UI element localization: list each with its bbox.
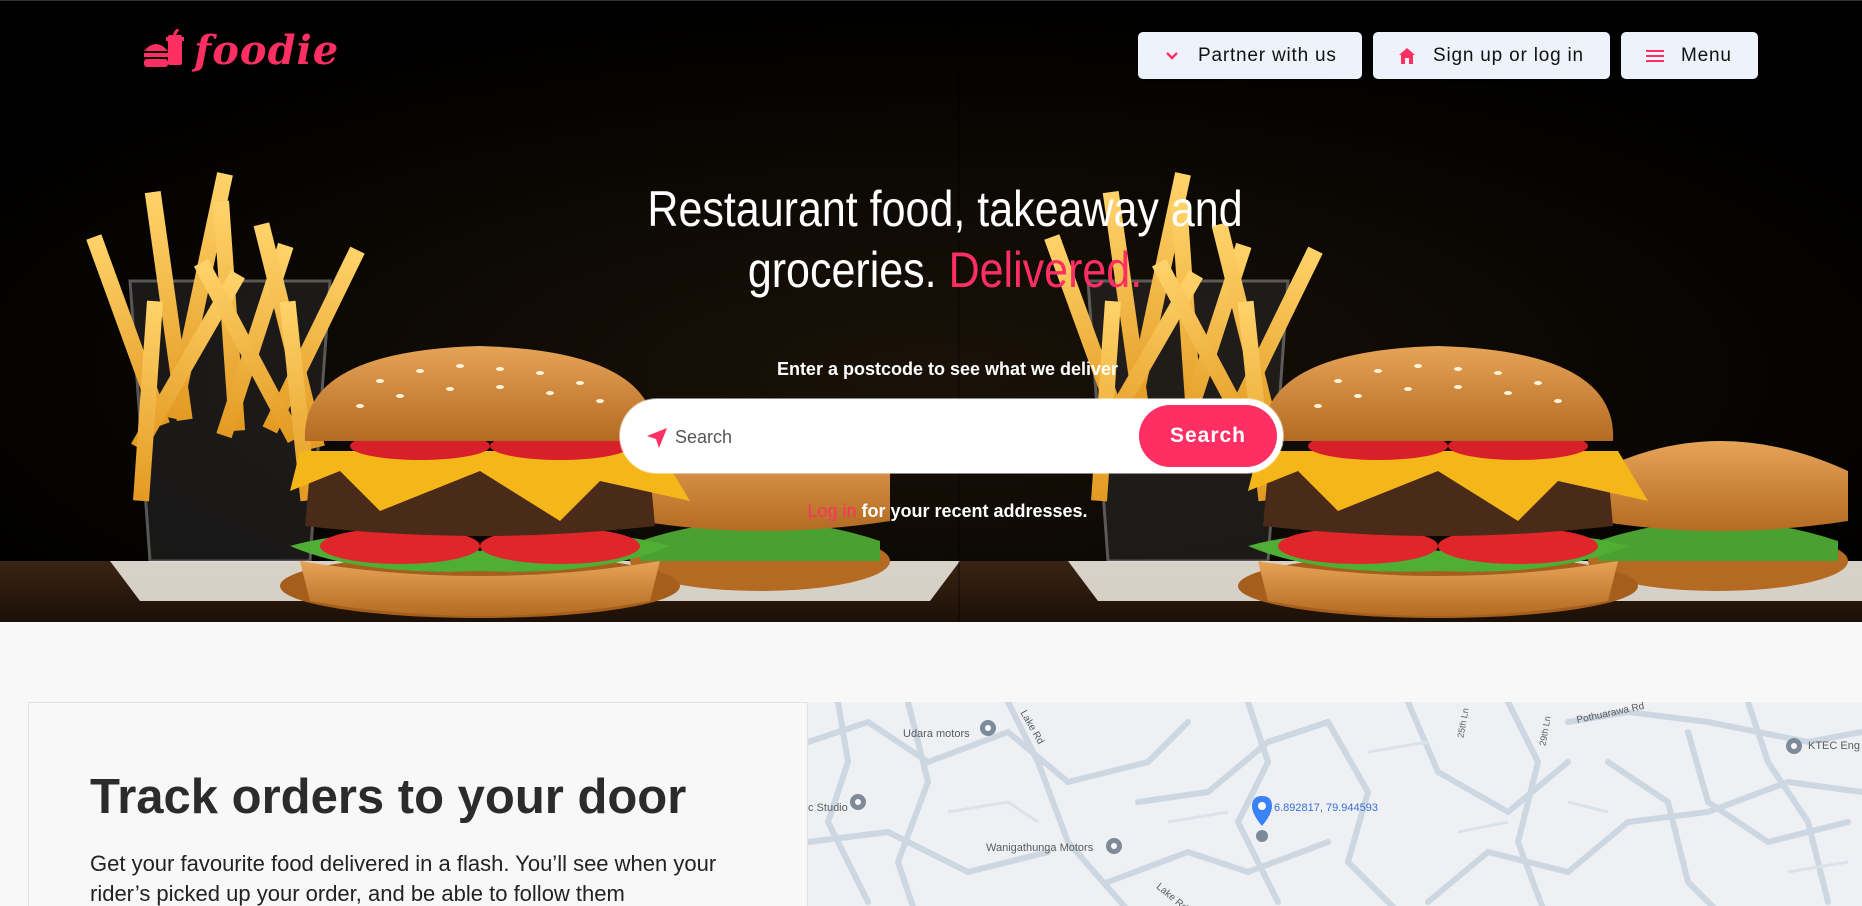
sign-up-or-log-in-button[interactable]: Sign up or log in xyxy=(1373,32,1610,79)
headline-line-2: groceries. xyxy=(747,242,937,298)
recent-addresses-hint: Log in for your recent addresses. xyxy=(0,501,1862,522)
hamburger-menu-icon xyxy=(1645,46,1665,66)
track-orders-title: Track orders to your door xyxy=(90,770,687,824)
delivery-coordinates: 6.892817, 79.944593 xyxy=(1274,802,1378,814)
sign-up-or-log-in-label: Sign up or log in xyxy=(1433,44,1584,66)
postcode-prompt: Enter a postcode to see what we deliver xyxy=(776,359,1119,379)
track-orders-description: Get your favourite food delivered in a f… xyxy=(90,851,717,906)
brand-name: foodie xyxy=(194,27,340,74)
headline-accent: Delivered. xyxy=(948,242,1143,298)
home-icon xyxy=(1397,46,1417,66)
postcode-search-input[interactable] xyxy=(675,420,1115,454)
map-label-wanigathunga-motors: Wanigathunga Motors xyxy=(986,842,1094,854)
delivery-location-pin xyxy=(1252,796,1272,842)
tracking-map[interactable]: Udara motors c Studio Wanigathunga Motor… xyxy=(808,702,1862,906)
menu-button[interactable]: Menu xyxy=(1621,32,1758,79)
brand-logo[interactable]: foodie xyxy=(142,27,339,74)
log-in-link[interactable]: Log in xyxy=(807,501,856,521)
search-button[interactable]: Search xyxy=(1139,405,1277,467)
hero-headline: Restaurant food, takeaway and groceries.… xyxy=(614,179,1276,301)
partner-with-us-label: Partner with us xyxy=(1198,44,1337,66)
postcode-search-bar: Search xyxy=(620,399,1283,473)
map-label-studio: c Studio xyxy=(808,802,848,814)
headline-line-1: Restaurant food, takeaway and xyxy=(647,181,1243,237)
hero-section: foodie Partner with us Sign up or log in… xyxy=(0,0,1862,622)
map-label-ktec: KTEC Eng xyxy=(1808,740,1860,752)
track-orders-card: Track orders to your door Get your favou… xyxy=(28,702,808,906)
menu-label: Menu xyxy=(1681,44,1732,66)
hero-background-image xyxy=(0,1,1862,622)
map-label-udara-motors: Udara motors xyxy=(903,728,970,740)
burger-drink-icon xyxy=(144,28,184,67)
chevron-down-icon xyxy=(1162,46,1182,66)
location-arrow-icon[interactable] xyxy=(645,426,669,450)
recent-addresses-text: for your recent addresses. xyxy=(856,501,1088,521)
partner-with-us-button[interactable]: Partner with us xyxy=(1138,32,1362,79)
